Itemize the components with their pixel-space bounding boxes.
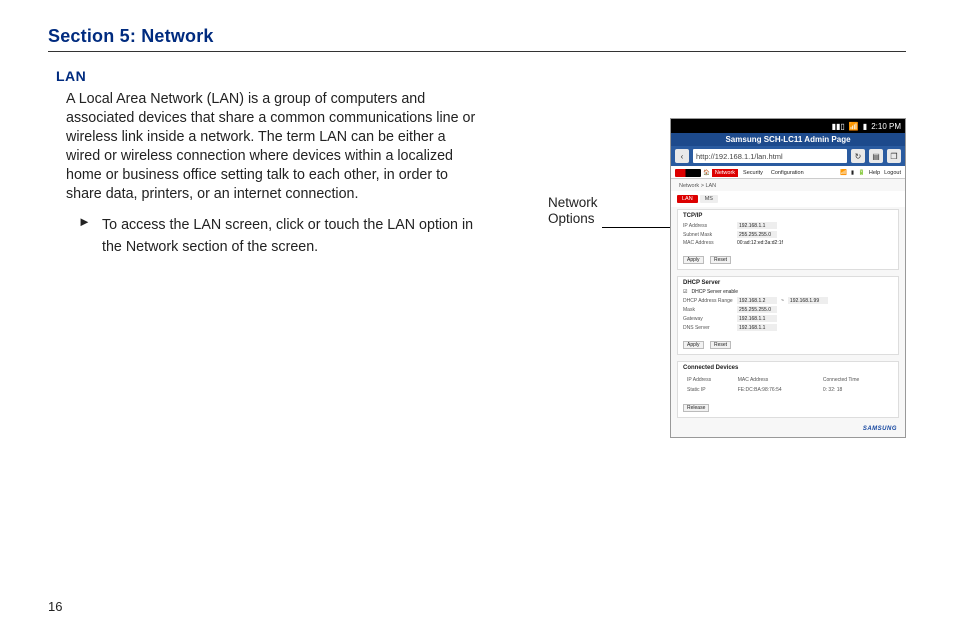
label-dhcp-enable: DHCP Server enable	[691, 289, 738, 295]
label-gateway: Gateway	[683, 316, 733, 322]
signal-icon: ▮▮▯	[832, 122, 845, 131]
home-icon[interactable]: 🏠	[703, 170, 710, 176]
input-gateway[interactable]: 192.168.1.1	[737, 315, 777, 322]
callout-leader-line	[602, 227, 676, 228]
callout-network-options: Network Options	[548, 195, 598, 227]
value-mac-address: 00:ad:12:ed:3a:d2:1f	[737, 240, 783, 246]
bullet-marker-icon: ►	[78, 214, 102, 258]
bookmark-button[interactable]: ▤	[869, 149, 883, 163]
panel-title-connected: Connected Devices	[683, 365, 893, 371]
cell-time: 0: 32: 18	[821, 386, 891, 394]
panel-dhcp: DHCP Server ☑ DHCP Server enable DHCP Ad…	[677, 276, 899, 355]
apply-button-tcpip[interactable]: Apply	[683, 256, 704, 264]
signal-status-icon: ▮	[851, 170, 854, 176]
table-header-row: IP Address MAC Address Connected Time	[685, 376, 891, 384]
label-mac-address: MAC Address	[683, 240, 733, 246]
panel-tcpip: TCP/IP IP Address 192.168.1.1 Subnet Mas…	[677, 209, 899, 270]
panel-title-tcpip: TCP/IP	[683, 213, 893, 219]
verizon-logo-icon	[675, 169, 701, 177]
cell-ip: Static IP	[685, 386, 734, 394]
apply-button-dhcp[interactable]: Apply	[683, 341, 704, 349]
browser-toolbar: ‹ http://192.168.1.1/lan.html ↻ ▤ ❐	[671, 146, 905, 166]
option-ms[interactable]: MS	[700, 195, 718, 203]
release-button[interactable]: Release	[683, 404, 709, 412]
brand-nav-bar: 🏠 Network Security Configuration 📶 ▮ 🔋 H…	[671, 166, 905, 179]
section-title: Section 5: Network	[48, 26, 906, 47]
lan-description: A Local Area Network (LAN) is a group of…	[66, 90, 478, 204]
label-dhcp-range: DHCP Address Range	[683, 298, 733, 304]
status-bar: ▮▮▯ 📶 ▮ 2:10 PM	[671, 119, 905, 133]
instruction-bullet: ► To access the LAN screen, click or tou…	[78, 214, 478, 258]
section-divider	[48, 51, 906, 52]
input-subnet-mask[interactable]: 255.255.255.0	[737, 231, 777, 238]
breadcrumb: Network > LAN	[671, 179, 905, 191]
input-dns-server[interactable]: 192.168.1.1	[737, 324, 777, 331]
tab-security[interactable]: Security	[740, 169, 766, 177]
battery-status-icon: 🔋	[858, 170, 865, 176]
tabs-button[interactable]: ❐	[887, 149, 901, 163]
col-ip: IP Address	[685, 376, 734, 384]
input-dhcp-range-from[interactable]: 192.168.1.2	[737, 297, 777, 304]
logout-link[interactable]: Logout	[884, 170, 901, 176]
battery-icon: ▮	[863, 122, 867, 131]
samsung-logo: SAMSUNG	[671, 424, 905, 437]
admin-title-bar: Samsung SCH-LC11 Admin Page	[671, 133, 905, 146]
refresh-button[interactable]: ↻	[851, 149, 865, 163]
input-dhcp-range-to[interactable]: 192.168.1.99	[788, 297, 828, 304]
help-link[interactable]: Help	[869, 170, 880, 176]
back-button[interactable]: ‹	[675, 149, 689, 163]
page-number: 16	[48, 599, 62, 614]
panel-title-dhcp: DHCP Server	[683, 280, 893, 286]
instruction-text: To access the LAN screen, click or touch…	[102, 214, 478, 258]
url-bar[interactable]: http://192.168.1.1/lan.html	[693, 149, 847, 163]
cell-mac: FE:DC:BA:98:76:54	[736, 386, 819, 394]
col-mac: MAC Address	[736, 376, 819, 384]
device-screenshot: ▮▮▯ 📶 ▮ 2:10 PM Samsung SCH-LC11 Admin P…	[670, 118, 906, 438]
status-time: 2:10 PM	[871, 122, 901, 131]
tab-network[interactable]: Network	[712, 169, 738, 177]
panel-connected-devices: Connected Devices IP Address MAC Address…	[677, 361, 899, 418]
connected-devices-table: IP Address MAC Address Connected Time St…	[683, 374, 893, 396]
input-ip-address[interactable]: 192.168.1.1	[737, 222, 777, 229]
label-subnet-mask: Subnet Mask	[683, 232, 733, 238]
label-dns-server: DNS Server	[683, 325, 733, 331]
input-dhcp-mask[interactable]: 255.255.255.0	[737, 306, 777, 313]
reset-button-dhcp[interactable]: Reset	[710, 341, 731, 349]
tab-configuration[interactable]: Configuration	[768, 169, 807, 177]
lan-heading: LAN	[56, 68, 478, 84]
col-time: Connected Time	[821, 376, 891, 384]
network-options: LAN MS	[671, 191, 905, 207]
label-ip-address: IP Address	[683, 223, 733, 229]
label-dhcp-mask: Mask	[683, 307, 733, 313]
option-lan[interactable]: LAN	[677, 195, 698, 203]
checkbox-dhcp-enable[interactable]: ☑	[683, 289, 687, 295]
range-separator: ~	[781, 298, 784, 304]
table-row: Static IP FE:DC:BA:98:76:54 0: 32: 18	[685, 386, 891, 394]
reset-button-tcpip[interactable]: Reset	[710, 256, 731, 264]
wifi-icon: 📶	[849, 122, 859, 131]
wifi-status-icon: 📶	[840, 170, 847, 176]
